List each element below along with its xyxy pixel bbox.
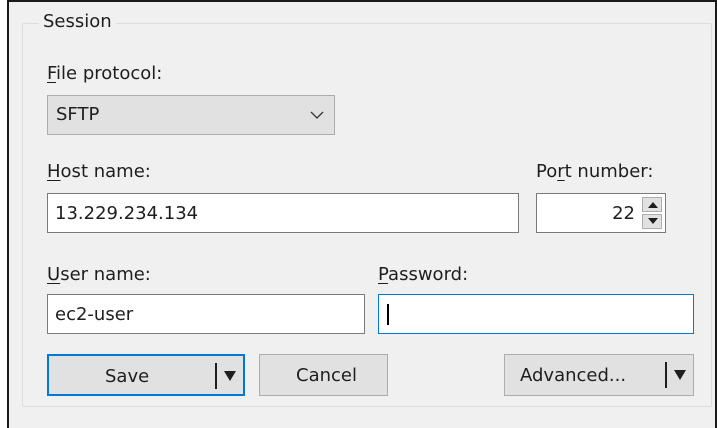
- file-protocol-value: SFTP: [56, 104, 100, 125]
- cancel-button-label: Cancel: [296, 365, 357, 386]
- port-increment-button[interactable]: [642, 197, 662, 212]
- port-spin-buttons: [642, 197, 662, 229]
- user-name-input[interactable]: ec2-user: [47, 294, 365, 334]
- cancel-button[interactable]: Cancel: [259, 354, 388, 396]
- port-number-label: Port number:: [536, 161, 653, 183]
- host-name-label-mnemonic: H: [47, 161, 61, 182]
- advanced-button[interactable]: Advanced...: [504, 354, 694, 396]
- triangle-up-icon: [648, 202, 658, 208]
- user-name-label-mnemonic: U: [47, 264, 61, 285]
- host-name-value: 13.229.234.134: [55, 203, 199, 224]
- port-number-value: 22: [612, 203, 635, 224]
- password-input[interactable]: [378, 294, 694, 334]
- user-name-label: User name:: [47, 264, 151, 286]
- host-name-label: Host name:: [47, 161, 151, 183]
- port-number-label-mnemonic: r: [557, 161, 565, 182]
- user-name-label-text: ser name:: [60, 264, 151, 285]
- chevron-down-icon: [310, 111, 324, 119]
- save-split-separator: [215, 363, 217, 389]
- save-button[interactable]: Save: [47, 354, 245, 396]
- host-name-label-text: ost name:: [60, 161, 151, 182]
- host-name-input[interactable]: 13.229.234.134: [47, 193, 519, 233]
- triangle-down-icon: [648, 218, 658, 224]
- save-button-label: Save: [105, 366, 150, 387]
- file-protocol-label-mnemonic: F: [47, 63, 57, 84]
- password-label-mnemonic: P: [378, 264, 389, 285]
- file-protocol-label: File protocol:: [47, 63, 162, 85]
- file-protocol-dropdown[interactable]: SFTP: [47, 95, 335, 135]
- port-number-label-text: t number:: [564, 161, 654, 182]
- text-caret: [387, 304, 389, 325]
- session-group-title: Session: [39, 11, 116, 33]
- advanced-split-separator: [665, 362, 667, 388]
- triangle-down-icon[interactable]: [673, 369, 687, 381]
- port-number-stepper[interactable]: 22: [536, 193, 666, 233]
- triangle-down-icon[interactable]: [223, 370, 237, 382]
- port-decrement-button[interactable]: [642, 214, 662, 229]
- file-protocol-label-text: ile protocol:: [56, 63, 163, 84]
- password-label: Password:: [378, 264, 468, 286]
- password-label-text: assword:: [388, 264, 469, 285]
- advanced-button-label: Advanced...: [520, 365, 627, 386]
- user-name-value: ec2-user: [55, 304, 134, 325]
- port-number-label-prefix: Po: [536, 161, 558, 182]
